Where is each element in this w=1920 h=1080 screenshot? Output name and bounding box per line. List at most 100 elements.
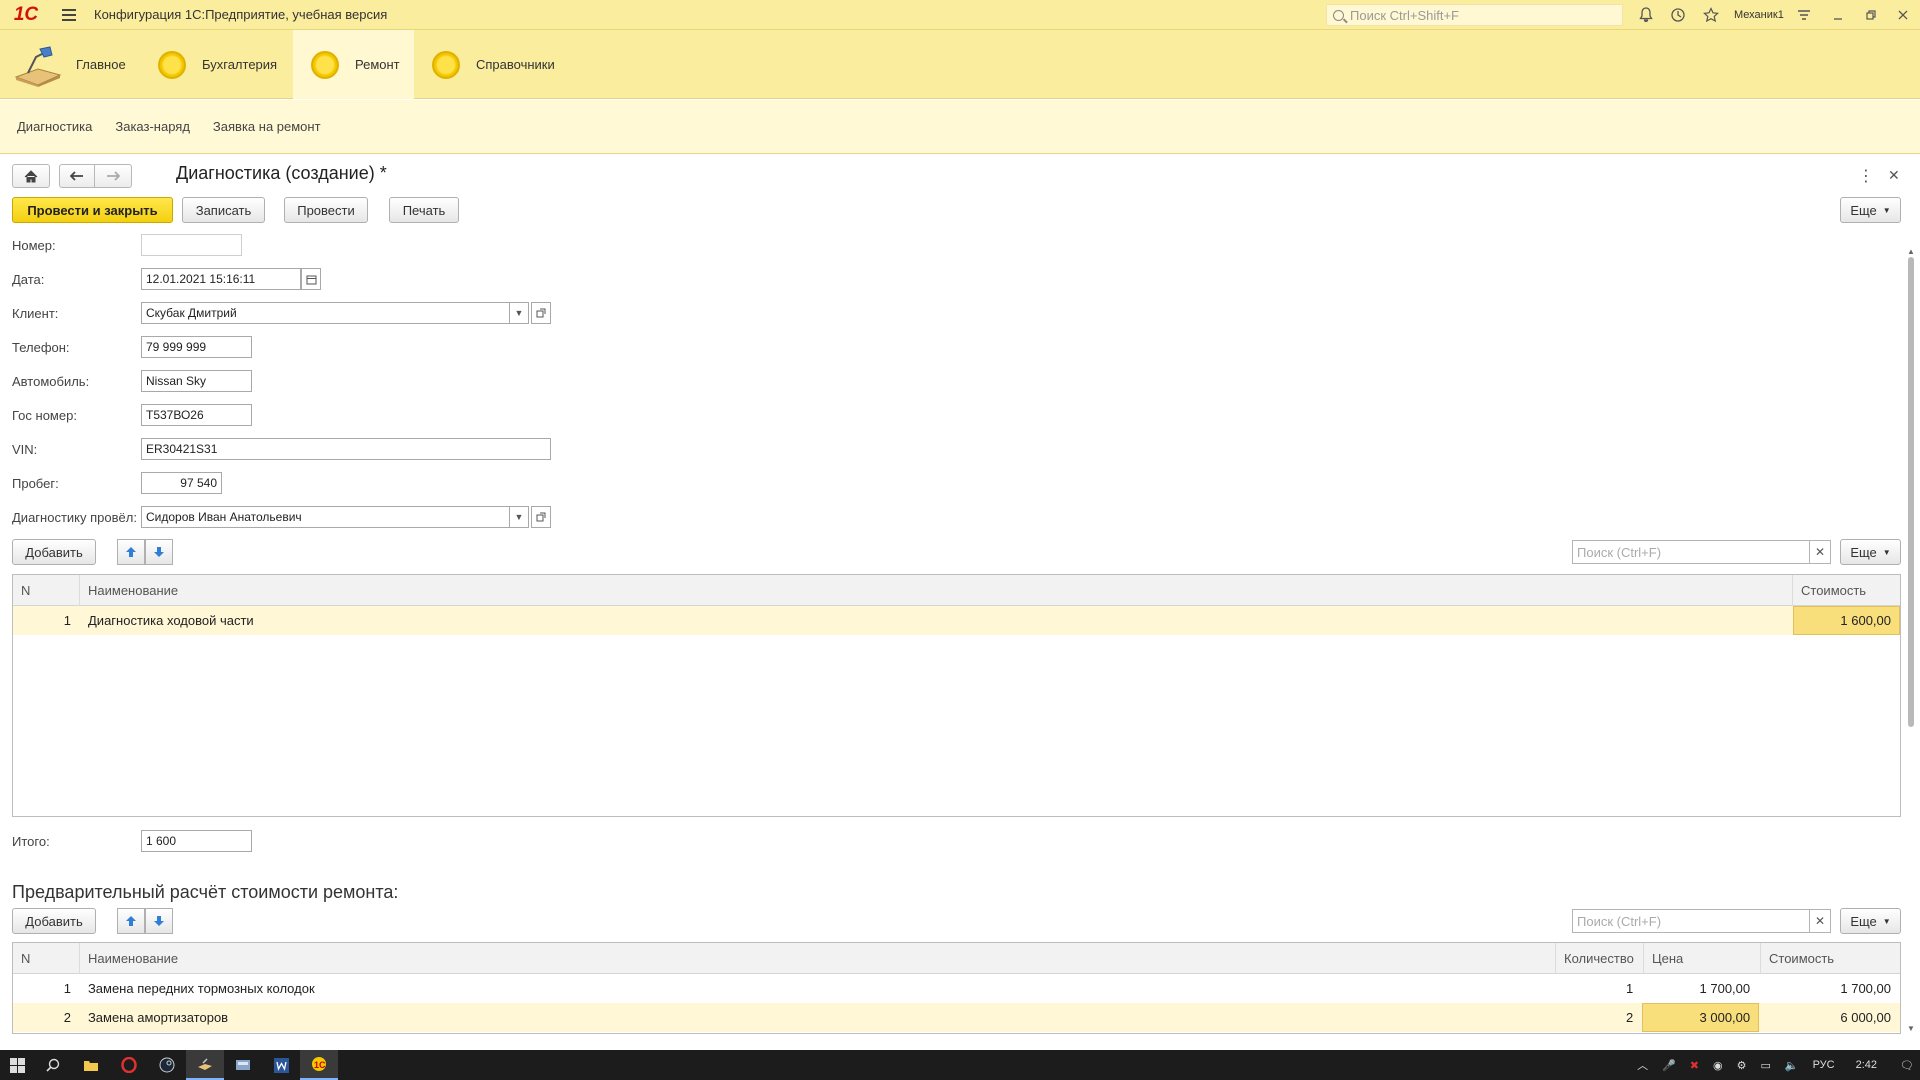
windows-taskbar: 1С ︿ 🎤 ✖ ◉ ⚙ ▭ 🔈 РУС 2:42 🗨 bbox=[0, 1050, 1920, 1080]
post-and-close-button[interactable]: Провести и закрыть bbox=[12, 197, 173, 223]
table2-move-up-button[interactable] bbox=[117, 908, 145, 934]
row-name: Замена амортизаторов bbox=[87, 1010, 229, 1025]
nav-diagnostics[interactable]: Диагностика bbox=[17, 119, 92, 134]
section-main[interactable]: Главное bbox=[0, 30, 140, 99]
row-price[interactable]: 3 000,00 bbox=[1642, 1003, 1760, 1032]
nav-repair-request[interactable]: Заявка на ремонт bbox=[213, 119, 321, 134]
app-1c-designer-icon[interactable] bbox=[186, 1050, 224, 1080]
phone-label: Телефон: bbox=[12, 340, 70, 355]
row-cost[interactable]: 1 600,00 bbox=[1793, 606, 1900, 635]
table1-search-clear-icon[interactable]: ✕ bbox=[1809, 540, 1831, 564]
word-icon[interactable] bbox=[262, 1050, 300, 1080]
discord-icon[interactable]: ◉ bbox=[1713, 1059, 1723, 1072]
mileage-field[interactable]: 97 540 bbox=[141, 472, 222, 494]
steam-icon[interactable] bbox=[148, 1050, 186, 1080]
network-icon[interactable]: ▭ bbox=[1760, 1059, 1770, 1072]
table-row[interactable]: 2 Замена амортизаторов 2 3 000,00 6 000,… bbox=[13, 1003, 1900, 1032]
search-icon[interactable] bbox=[34, 1050, 72, 1080]
column-header-n[interactable]: N bbox=[13, 943, 80, 974]
app-1c-config-icon[interactable] bbox=[224, 1050, 262, 1080]
diagnostician-open-icon[interactable] bbox=[531, 506, 551, 528]
table1-move-up-button[interactable] bbox=[117, 539, 145, 565]
diagnostics-table[interactable]: N Наименование Стоимость 1 Диагностика х… bbox=[12, 574, 1901, 817]
nav-work-order[interactable]: Заказ-наряд bbox=[115, 119, 190, 134]
client-field[interactable]: Скубак Дмитрий bbox=[141, 302, 510, 324]
back-button[interactable] bbox=[59, 164, 95, 188]
current-user[interactable]: Механик1 bbox=[1734, 0, 1784, 30]
save-button[interactable]: Записать bbox=[182, 197, 265, 223]
forward-button[interactable] bbox=[94, 164, 132, 188]
repair-estimate-table[interactable]: N Наименование Количество Цена Стоимость… bbox=[12, 942, 1901, 1034]
clock[interactable]: 2:42 bbox=[1856, 1059, 1877, 1071]
tray-app-icon[interactable]: ✖ bbox=[1690, 1059, 1699, 1072]
print-button[interactable]: Печать bbox=[389, 197, 459, 223]
favorites-star-icon[interactable] bbox=[1697, 0, 1725, 30]
opera-browser-icon[interactable] bbox=[110, 1050, 148, 1080]
calendar-icon[interactable] bbox=[301, 268, 321, 290]
section-repair[interactable]: Ремонт bbox=[293, 30, 414, 99]
table-row[interactable]: 1 Замена передних тормозных колодок 1 1 … bbox=[13, 974, 1900, 1003]
restore-icon[interactable] bbox=[1857, 0, 1885, 30]
table1-move-down-button[interactable] bbox=[145, 539, 173, 565]
logo-1c-icon[interactable]: 1С bbox=[6, 0, 46, 30]
date-field[interactable]: 12.01.2021 15:16:11 bbox=[141, 268, 301, 290]
column-header-price[interactable]: Цена bbox=[1644, 943, 1761, 974]
client-dropdown-icon[interactable]: ▼ bbox=[509, 302, 529, 324]
vin-field[interactable]: ER30421S31 bbox=[141, 438, 551, 460]
windows-start-icon[interactable] bbox=[0, 1050, 34, 1080]
table2-search-input[interactable]: Поиск (Ctrl+F) bbox=[1572, 909, 1810, 933]
minimize-icon[interactable] bbox=[1824, 0, 1852, 30]
form-close-icon[interactable]: ✕ bbox=[1888, 167, 1900, 184]
table1-more-button[interactable]: Еще ▼ bbox=[1840, 539, 1901, 565]
form-more-button[interactable]: Еще ▼ bbox=[1840, 197, 1901, 223]
global-search-input[interactable]: Поиск Ctrl+Shift+F bbox=[1326, 4, 1623, 26]
table-header: N Наименование Количество Цена Стоимость bbox=[13, 943, 1900, 974]
table-row[interactable]: 1 Диагностика ходовой части 1 600,00 bbox=[13, 606, 1900, 635]
total-field[interactable]: 1 600 bbox=[141, 830, 252, 852]
close-window-icon[interactable] bbox=[1889, 0, 1917, 30]
file-explorer-icon[interactable] bbox=[72, 1050, 110, 1080]
scroll-down-icon[interactable]: ▼ bbox=[1907, 1024, 1915, 1033]
app-1c-enterprise-icon[interactable]: 1С bbox=[300, 1050, 338, 1080]
table1-add-button[interactable]: Добавить bbox=[12, 539, 96, 565]
table2-more-button[interactable]: Еще ▼ bbox=[1840, 908, 1901, 934]
notifications-icon[interactable]: 🗨 bbox=[1900, 1059, 1914, 1072]
column-header-name[interactable]: Наименование bbox=[80, 575, 1793, 606]
bell-icon[interactable] bbox=[1632, 0, 1660, 30]
form-menu-icon[interactable]: ⋮ bbox=[1858, 166, 1874, 186]
tray-steam-icon[interactable]: ⚙ bbox=[1737, 1059, 1747, 1072]
keyboard-language[interactable]: РУС bbox=[1813, 1059, 1835, 1071]
section-references-label: Справочники bbox=[476, 57, 555, 72]
home-button[interactable] bbox=[12, 164, 50, 188]
table2-move-down-button[interactable] bbox=[145, 908, 173, 934]
column-header-name[interactable]: Наименование bbox=[80, 943, 1556, 974]
column-header-n[interactable]: N bbox=[13, 575, 80, 606]
car-field[interactable]: Nissan Sky bbox=[141, 370, 252, 392]
table2-search-clear-icon[interactable]: ✕ bbox=[1809, 909, 1831, 933]
column-header-cost[interactable]: Стоимость bbox=[1793, 575, 1900, 606]
diagnostician-dropdown-icon[interactable]: ▼ bbox=[509, 506, 529, 528]
number-field[interactable] bbox=[141, 234, 242, 256]
table2-add-button[interactable]: Добавить bbox=[12, 908, 96, 934]
section-references[interactable]: Справочники bbox=[414, 30, 574, 99]
microphone-icon[interactable]: 🎤 bbox=[1662, 1059, 1676, 1072]
scroll-up-icon[interactable]: ▲ bbox=[1907, 247, 1915, 256]
phone-field[interactable]: 79 999 999 bbox=[141, 336, 252, 358]
table1-search-input[interactable]: Поиск (Ctrl+F) bbox=[1572, 540, 1810, 564]
settings-menu-icon[interactable] bbox=[1790, 0, 1818, 30]
diagnostician-field[interactable]: Сидоров Иван Анатольевич bbox=[141, 506, 510, 528]
post-button[interactable]: Провести bbox=[284, 197, 368, 223]
column-header-quantity[interactable]: Количество bbox=[1556, 943, 1644, 974]
form-vertical-scrollbar[interactable]: ▲ ▼ bbox=[1906, 247, 1916, 1033]
form-title: Диагностика (создание) * bbox=[176, 163, 387, 183]
column-header-cost[interactable]: Стоимость bbox=[1761, 943, 1900, 974]
scroll-thumb[interactable] bbox=[1908, 257, 1914, 727]
volume-icon[interactable]: 🔈 bbox=[1785, 1059, 1799, 1072]
section-accounting[interactable]: Бухгалтерия bbox=[140, 30, 292, 99]
client-open-icon[interactable] bbox=[531, 302, 551, 324]
section-accounting-icon bbox=[158, 50, 186, 79]
tray-expand-icon[interactable]: ︿ bbox=[1637, 1057, 1648, 1073]
history-icon[interactable] bbox=[1664, 0, 1692, 30]
main-menu-icon[interactable] bbox=[54, 0, 84, 30]
plate-field[interactable]: Т537ВО26 bbox=[141, 404, 252, 426]
